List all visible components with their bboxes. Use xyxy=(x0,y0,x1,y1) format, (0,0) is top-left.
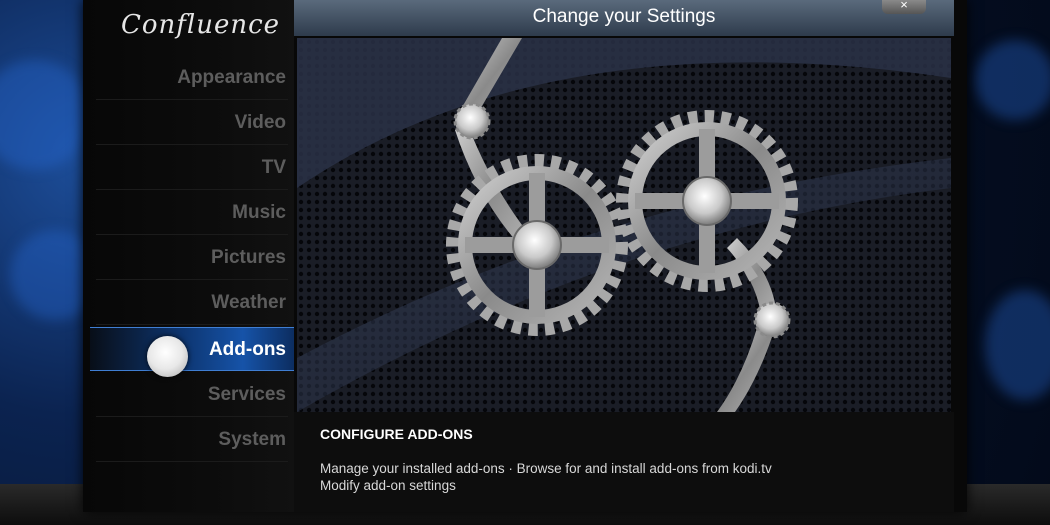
menu-item-services[interactable]: Services xyxy=(96,373,288,417)
selection-knob-icon xyxy=(147,336,188,377)
page-title: Change your Settings xyxy=(532,6,716,27)
menu-item-label: TV xyxy=(261,157,286,178)
background-bokeh xyxy=(985,290,1050,400)
menu-item-pictures[interactable]: Pictures xyxy=(96,236,288,280)
menu-item-label: Add-ons xyxy=(208,339,286,360)
menu-item-add-ons[interactable]: Add-ons xyxy=(90,327,294,371)
skin-logo: Confluence xyxy=(121,10,281,40)
menu-item-label: Pictures xyxy=(211,247,286,268)
background-bokeh xyxy=(0,60,90,170)
description-title: CONFIGURE ADD-ONS xyxy=(320,426,473,442)
menu-item-label: Appearance xyxy=(177,67,286,88)
background-bokeh xyxy=(975,40,1050,120)
menu-item-weather[interactable]: Weather xyxy=(96,281,288,325)
menu-item-label: Video xyxy=(234,112,286,133)
menu-item-label: Music xyxy=(232,202,286,223)
menu-item-label: System xyxy=(218,429,286,450)
menu-item-system[interactable]: System xyxy=(96,418,288,462)
menu-item-appearance[interactable]: Appearance xyxy=(96,56,288,100)
close-button[interactable]: × xyxy=(882,0,926,14)
menu-item-tv[interactable]: TV xyxy=(96,146,288,190)
menu-item-music[interactable]: Music xyxy=(96,191,288,235)
window-header: Change your Settings xyxy=(294,0,954,36)
menu-item-label: Services xyxy=(207,384,286,405)
gears-illustration-icon xyxy=(297,38,951,412)
menu-item-video[interactable]: Video xyxy=(96,101,288,145)
description-line: Modify add-on settings xyxy=(320,478,456,493)
addons-artwork xyxy=(297,38,951,412)
description-line: Manage your installed add-ons · Browse f… xyxy=(320,461,772,476)
menu-item-label: Weather xyxy=(211,292,286,313)
